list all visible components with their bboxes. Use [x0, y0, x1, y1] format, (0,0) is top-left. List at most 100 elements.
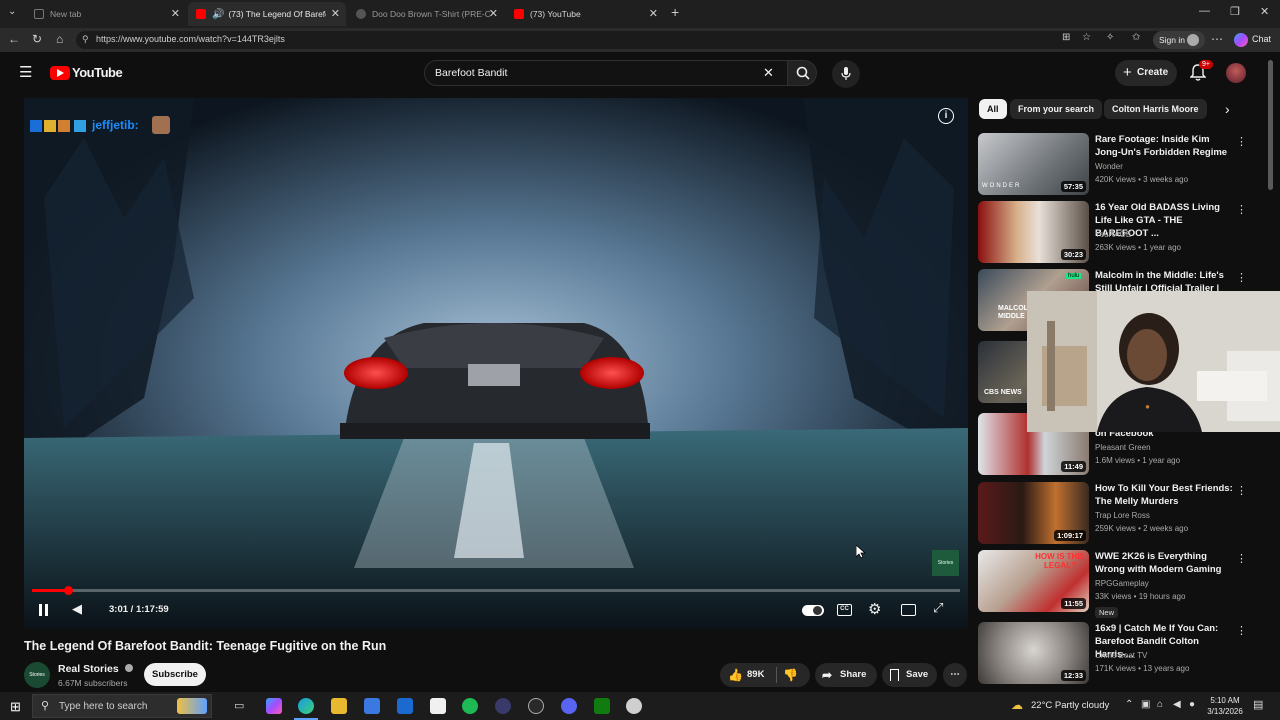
- search-button[interactable]: [787, 60, 817, 86]
- fullscreen-icon[interactable]: ⤢: [933, 600, 943, 616]
- list-item[interactable]: 1:09:17 How To Kill Your Best Friends: T…: [978, 482, 1258, 546]
- theater-mode-icon[interactable]: [901, 604, 916, 616]
- video-player[interactable]: jeffjetib: i Stories ◀ 3:01 / 1:17:59 CC…: [24, 98, 968, 629]
- reco-channel[interactable]: RPGGameplay: [1095, 579, 1149, 588]
- copilot-icon[interactable]: [266, 698, 282, 714]
- tab-active-video[interactable]: 🔊 (73) The Legend Of Barefoot Bandit ✕: [188, 2, 346, 26]
- file-explorer-icon[interactable]: [331, 698, 347, 714]
- mail-icon[interactable]: [397, 698, 413, 714]
- reco-title[interactable]: WWE 2K26 is Everything Wrong with Modern…: [1095, 550, 1233, 576]
- tab-list-icon[interactable]: ⌄: [8, 6, 16, 17]
- search-input[interactable]: Barefoot Bandit ✕: [424, 60, 788, 86]
- kebab-menu-icon[interactable]: ⋮: [1236, 624, 1247, 637]
- task-view-icon[interactable]: ▭: [234, 699, 244, 712]
- microphone-icon[interactable]: ●: [1189, 699, 1195, 710]
- obs-icon[interactable]: [528, 698, 544, 714]
- back-icon[interactable]: ←: [8, 32, 20, 46]
- reco-channel[interactable]: Pleasant Green: [1095, 443, 1151, 452]
- notifications-button[interactable]: 9+: [1189, 60, 1213, 87]
- chip-colton-harris-moore[interactable]: Colton Harris Moore: [1104, 99, 1207, 119]
- notification-center-icon[interactable]: ▤: [1253, 698, 1263, 711]
- close-icon[interactable]: ✕: [489, 7, 498, 20]
- discord-icon[interactable]: [561, 698, 577, 714]
- channel-watermark[interactable]: Stories: [932, 550, 959, 576]
- site-info-icon[interactable]: ⚲: [82, 34, 89, 45]
- window-close-icon[interactable]: ✕: [1260, 5, 1269, 18]
- windows-start-icon[interactable]: ⊞: [10, 699, 21, 715]
- favorites-icon[interactable]: ✩: [1132, 32, 1140, 43]
- clock[interactable]: 5:10 AM 3/13/2026: [1205, 695, 1245, 717]
- page-scrollbar[interactable]: [1268, 60, 1273, 190]
- taskbar-search-input[interactable]: ⚲ Type here to search: [32, 694, 212, 718]
- chip-from-your-search[interactable]: From your search: [1010, 99, 1103, 119]
- kebab-menu-icon[interactable]: ⋮: [1236, 135, 1247, 148]
- reco-channel[interactable]: Wonder: [1095, 162, 1123, 171]
- list-item[interactable]: 30:23 16 Year Old BADASS Living Life Lik…: [978, 201, 1258, 265]
- chevron-right-icon[interactable]: ›: [1225, 101, 1230, 117]
- close-icon[interactable]: ✕: [171, 7, 180, 20]
- video-thumbnail[interactable]: 1:09:17: [978, 482, 1089, 544]
- kebab-menu-icon[interactable]: ⋮: [1236, 484, 1247, 497]
- clear-search-icon[interactable]: ✕: [763, 65, 774, 81]
- chip-all[interactable]: All: [979, 99, 1007, 119]
- xbox-icon[interactable]: [594, 698, 610, 714]
- dislike-button[interactable]: 👎: [783, 663, 798, 687]
- more-icon[interactable]: ⋯: [1211, 32, 1223, 46]
- reco-channel[interactable]: YouRAGE: [1095, 230, 1131, 239]
- share-button[interactable]: ➦ Share: [815, 663, 877, 687]
- video-thumbnail[interactable]: 30:23: [978, 201, 1089, 263]
- video-thumbnail[interactable]: WONDER 57:35: [978, 133, 1089, 195]
- reco-channel[interactable]: Trap Lore Ross: [1095, 511, 1150, 520]
- restore-icon[interactable]: ❐: [1230, 5, 1240, 18]
- network-icon[interactable]: ⌂: [1157, 699, 1163, 710]
- new-tab-button[interactable]: +: [671, 4, 679, 20]
- chat-button[interactable]: Chat: [1252, 34, 1271, 44]
- video-thumbnail[interactable]: HOW IS THIS LEGAL? 11:55: [978, 550, 1089, 612]
- speaker-icon[interactable]: ◀: [1173, 699, 1181, 710]
- reco-title[interactable]: Rare Footage: Inside Kim Jong-Un's Forbi…: [1095, 133, 1233, 159]
- edge-browser-icon[interactable]: [298, 698, 314, 714]
- autoplay-toggle[interactable]: [802, 605, 824, 616]
- captions-icon[interactable]: CC: [837, 604, 852, 616]
- reco-title[interactable]: How To Kill Your Best Friends: The Melly…: [1095, 482, 1233, 508]
- volume-icon[interactable]: ◀: [72, 601, 82, 617]
- sign-in-button[interactable]: Sign in: [1153, 31, 1205, 49]
- avatar[interactable]: [1226, 63, 1246, 83]
- progress-bar[interactable]: [32, 586, 960, 595]
- tab-new-tab[interactable]: New tab ✕: [26, 2, 186, 26]
- list-item[interactable]: HOW IS THIS LEGAL? 11:55 WWE 2K26 is Eve…: [978, 550, 1258, 618]
- copilot-icon[interactable]: [1234, 33, 1248, 47]
- list-item[interactable]: WONDER 57:35 Rare Footage: Inside Kim Jo…: [978, 133, 1258, 197]
- like-button[interactable]: 👍: [728, 663, 743, 687]
- kebab-menu-icon[interactable]: ⋮: [1236, 552, 1247, 565]
- kebab-menu-icon[interactable]: ⋮: [1236, 271, 1247, 284]
- chevron-up-icon[interactable]: ⌃: [1125, 699, 1133, 710]
- video-thumbnail[interactable]: 12:33: [978, 622, 1089, 684]
- save-button[interactable]: Save: [882, 663, 937, 687]
- refresh-icon[interactable]: ↻: [32, 32, 42, 46]
- reco-channel[interactable]: Crime Beat TV: [1095, 651, 1147, 660]
- create-button[interactable]: + Create: [1115, 60, 1177, 86]
- apps-icon[interactable]: ⊞: [1062, 32, 1070, 43]
- settings-gear-icon[interactable]: ⚙: [868, 600, 881, 618]
- extensions-icon[interactable]: ✧: [1106, 32, 1114, 43]
- minimize-icon[interactable]: —: [1199, 5, 1210, 17]
- weather-text[interactable]: 22°C Partly cloudy: [1031, 700, 1109, 711]
- tab-shirt[interactable]: Doo Doo Brown T-Shirt (PRE-ORDER) ✕: [348, 2, 504, 26]
- speaker-icon[interactable]: 🔊: [212, 9, 224, 20]
- media-app-icon[interactable]: [495, 698, 511, 714]
- channel-avatar[interactable]: Stories: [24, 662, 50, 688]
- info-icon[interactable]: i: [938, 108, 954, 124]
- url-bar[interactable]: ⚲ https://www.youtube.com/watch?v=144TR3…: [76, 31, 1186, 49]
- more-actions-button[interactable]: ⋯: [943, 663, 967, 687]
- channel-name[interactable]: Real Stories: [58, 663, 133, 675]
- subscribe-button[interactable]: Subscribe: [144, 663, 206, 686]
- list-item[interactable]: 12:33 16x9 | Catch Me If You Can: Barefo…: [978, 622, 1258, 686]
- system-tray-icon[interactable]: ▣: [1141, 699, 1150, 710]
- home-icon[interactable]: ⌂: [56, 32, 63, 46]
- spotify-icon[interactable]: [462, 698, 478, 714]
- close-icon[interactable]: ✕: [331, 7, 340, 20]
- voice-search-button[interactable]: [832, 60, 860, 88]
- tab-youtube[interactable]: (73) YouTube ✕: [506, 2, 664, 26]
- menu-icon[interactable]: ☰: [19, 63, 32, 81]
